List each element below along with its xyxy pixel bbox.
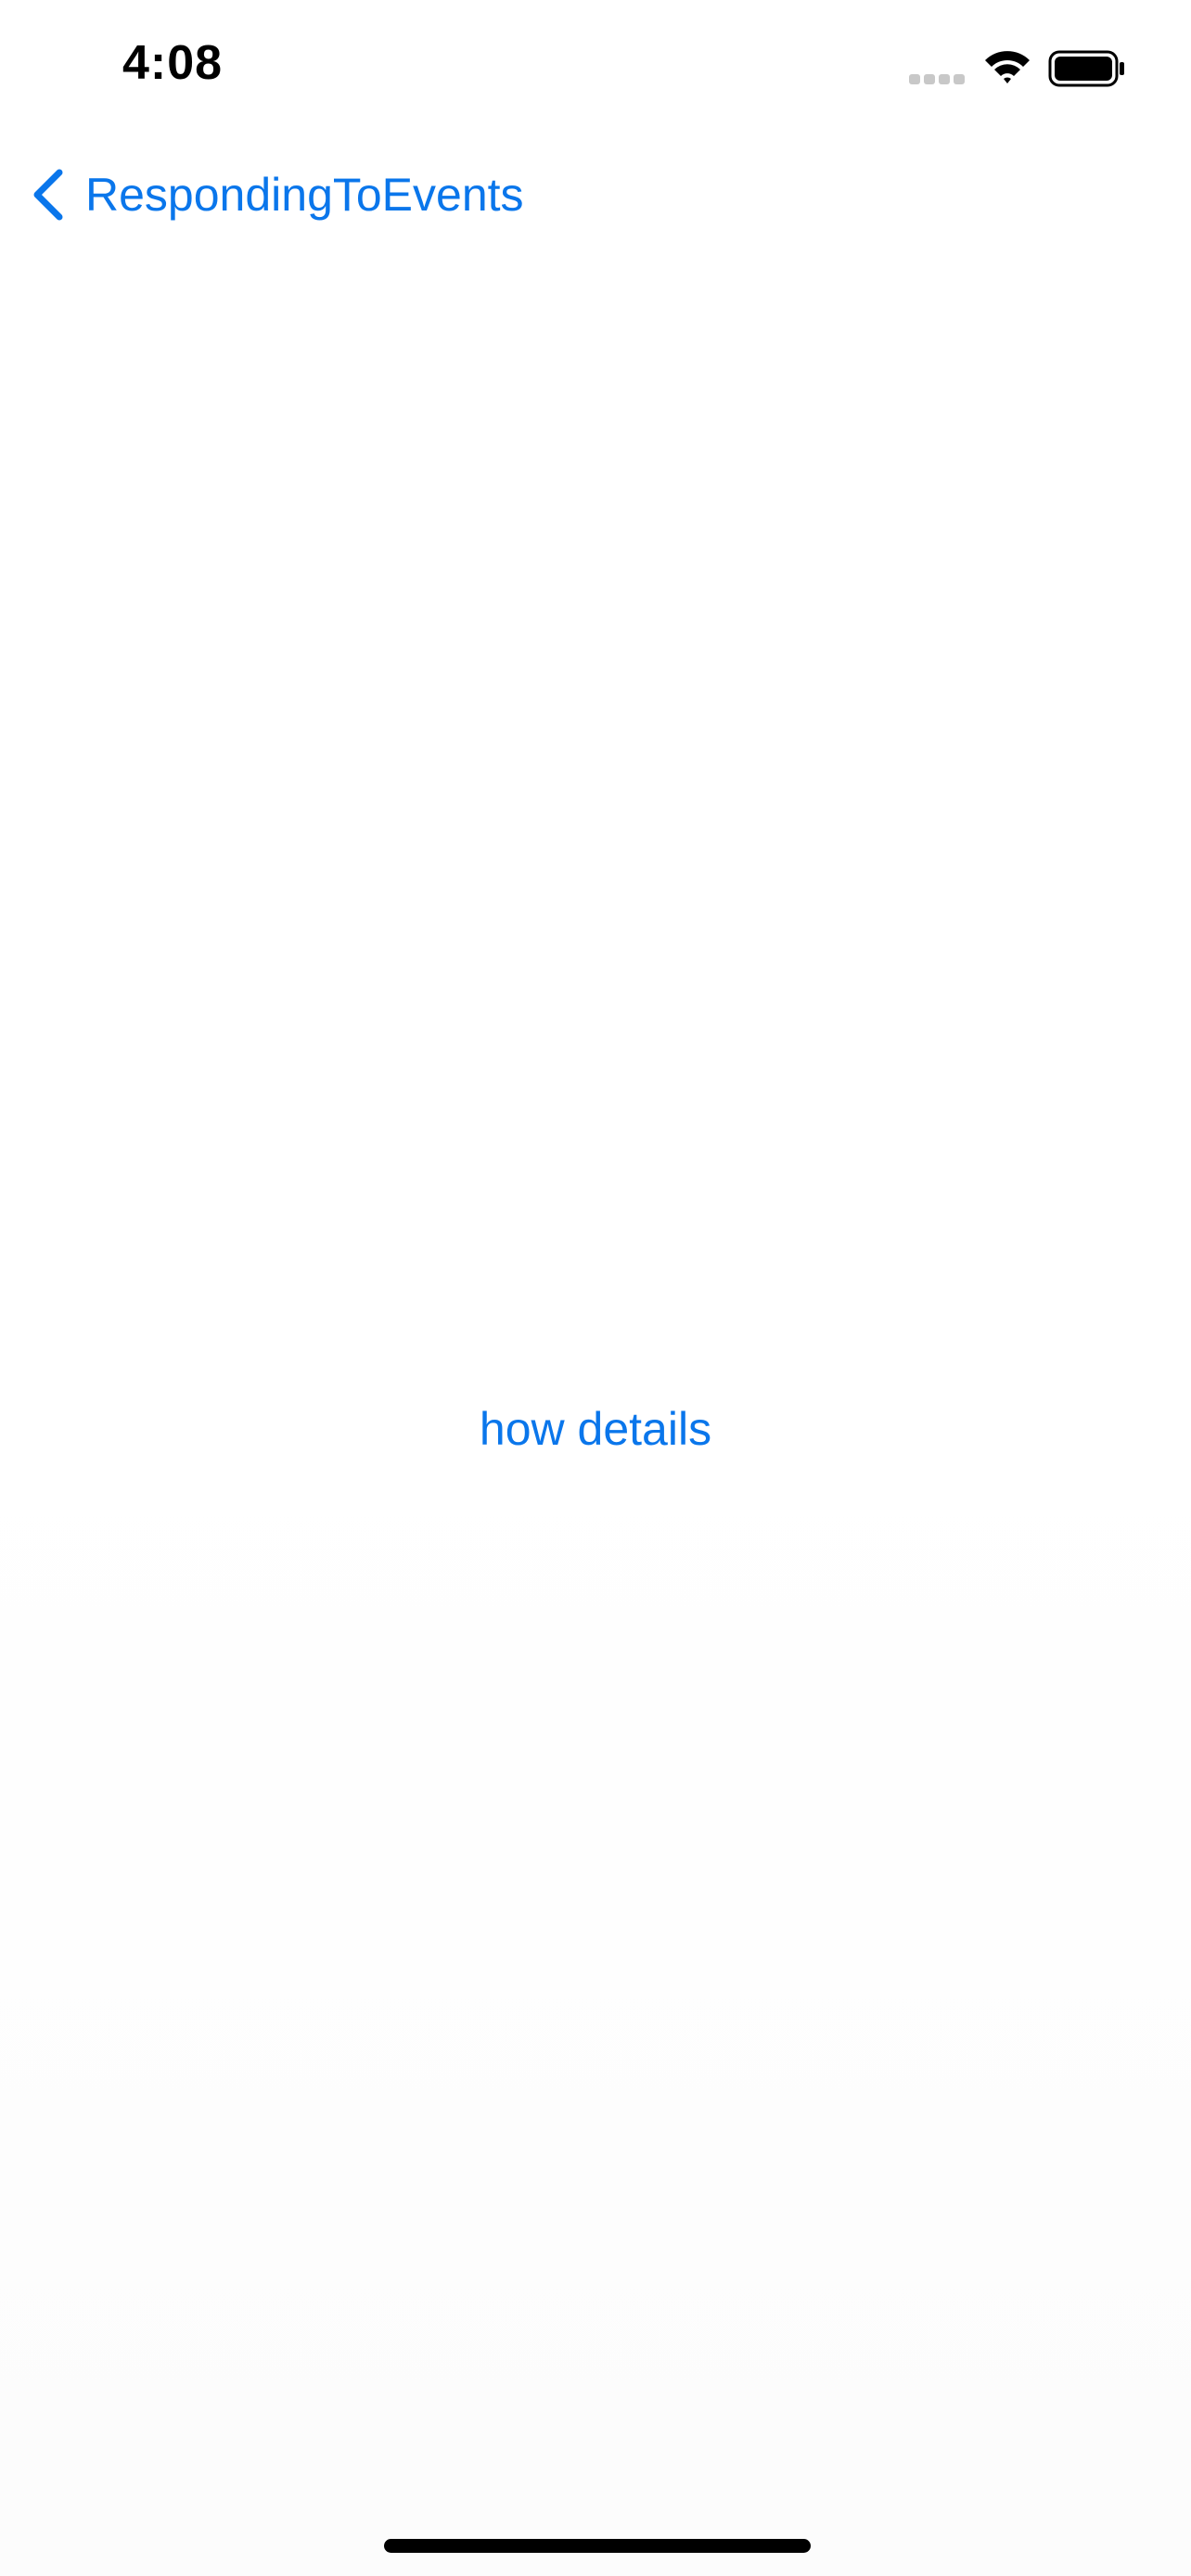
battery-icon bbox=[1048, 50, 1124, 87]
wifi-icon bbox=[985, 51, 1030, 83]
cellular-signal-icon bbox=[909, 72, 967, 85]
show-details-button[interactable]: how details bbox=[480, 1402, 711, 1456]
app-screen: 4:08 RespondingToEvents how details bbox=[0, 0, 1191, 2576]
back-button-label: RespondingToEvents bbox=[85, 169, 524, 221]
status-time: 4:08 bbox=[122, 36, 224, 90]
chevron-left-icon bbox=[33, 169, 63, 221]
center-action-container: how details bbox=[0, 1402, 1191, 1476]
home-indicator[interactable] bbox=[384, 2539, 811, 2553]
status-bar: 4:08 bbox=[0, 0, 1191, 130]
back-button[interactable]: RespondingToEvents bbox=[28, 158, 524, 232]
navigation-bar: RespondingToEvents bbox=[0, 148, 1191, 241]
